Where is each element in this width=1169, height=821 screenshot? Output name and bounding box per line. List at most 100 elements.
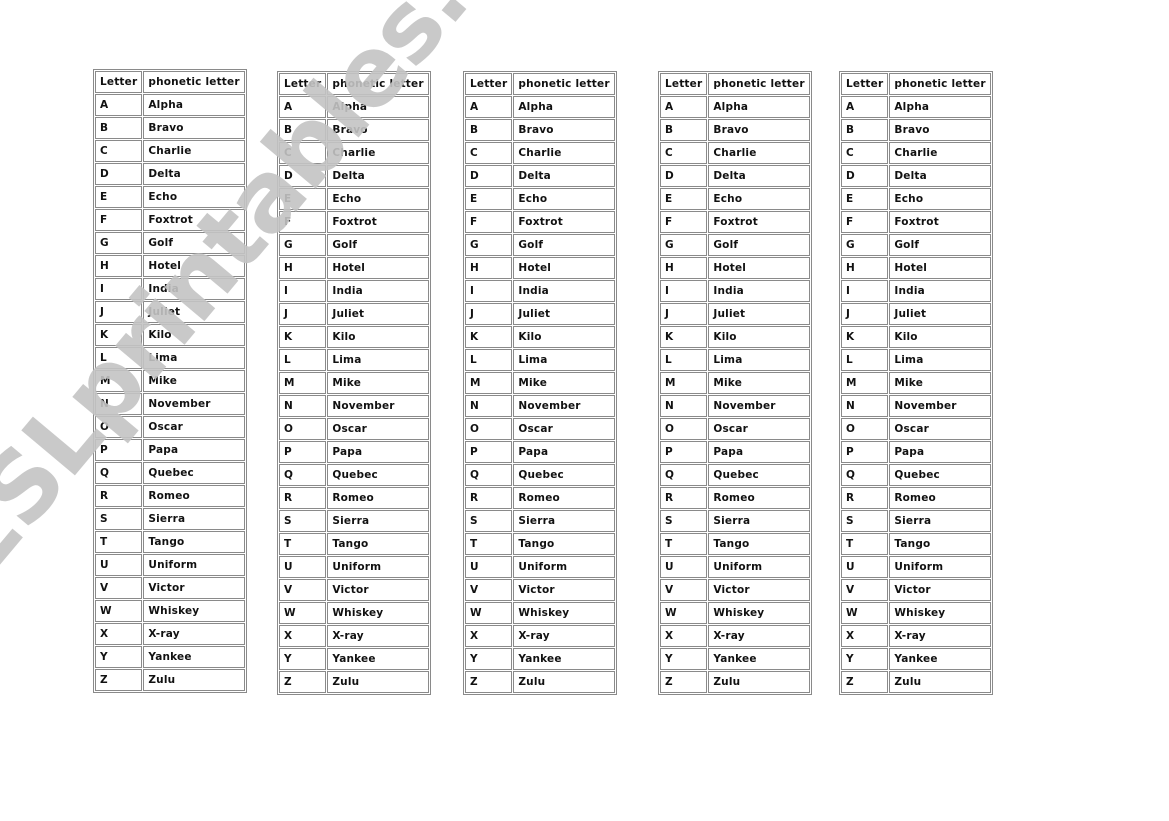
table-row: A Alpha: [95, 94, 245, 116]
table-row: T Tango: [465, 533, 615, 555]
letter-cell: R: [841, 487, 889, 509]
table-row: C Charlie: [841, 142, 991, 164]
letter-cell: B: [841, 119, 889, 141]
table-row: M Mike: [95, 370, 245, 392]
letter-cell: M: [465, 372, 513, 394]
phonetic-word-cell: Delta: [708, 165, 810, 187]
phonetic-word-cell: Papa: [513, 441, 615, 463]
table-row: J Juliet: [841, 303, 991, 325]
table-row: W Whiskey: [279, 602, 429, 624]
phonetic-word-cell: Romeo: [327, 487, 429, 509]
phonetic-word-cell: India: [889, 280, 991, 302]
table-row: J Juliet: [95, 301, 245, 323]
table-row: D Delta: [660, 165, 810, 187]
phonetic-word-cell: Romeo: [143, 485, 245, 507]
letter-cell: S: [279, 510, 327, 532]
phonetic-word-cell: Whiskey: [513, 602, 615, 624]
phonetic-word-cell: Charlie: [889, 142, 991, 164]
table-row: X X-ray: [660, 625, 810, 647]
header-row: Letter phonetic letter: [95, 71, 245, 93]
table-row: B Bravo: [279, 119, 429, 141]
table-row: M Mike: [841, 372, 991, 394]
letter-cell: H: [660, 257, 708, 279]
letter-cell: Y: [95, 646, 143, 668]
letter-cell: P: [95, 439, 143, 461]
phonetic-word-cell: Golf: [143, 232, 245, 254]
letter-cell: P: [465, 441, 513, 463]
phonetic-word-cell: X-ray: [513, 625, 615, 647]
table-row: X X-ray: [841, 625, 991, 647]
letter-cell: Y: [660, 648, 708, 670]
table-row: K Kilo: [465, 326, 615, 348]
phonetic-word-cell: Yankee: [889, 648, 991, 670]
letter-cell: Q: [660, 464, 708, 486]
table-row: U Uniform: [465, 556, 615, 578]
phonetic-word-cell: Echo: [513, 188, 615, 210]
table-row: Z Zulu: [841, 671, 991, 693]
phonetic-word-cell: X-ray: [889, 625, 991, 647]
letter-cell: H: [279, 257, 327, 279]
table-row: Y Yankee: [465, 648, 615, 670]
letter-cell: V: [279, 579, 327, 601]
letter-cell: T: [95, 531, 143, 553]
table-row: J Juliet: [279, 303, 429, 325]
table-row: N November: [660, 395, 810, 417]
letter-cell: F: [279, 211, 327, 233]
letter-cell: V: [660, 579, 708, 601]
header-row: Letter phonetic letter: [841, 73, 991, 95]
letter-cell: Q: [465, 464, 513, 486]
letter-cell: E: [841, 188, 889, 210]
phonetic-word-cell: Golf: [327, 234, 429, 256]
letter-cell: N: [841, 395, 889, 417]
table-row: O Oscar: [660, 418, 810, 440]
table-row: G Golf: [841, 234, 991, 256]
letter-header: Letter: [841, 73, 889, 95]
table-row: H Hotel: [279, 257, 429, 279]
table-row: V Victor: [95, 577, 245, 599]
table-row: Y Yankee: [95, 646, 245, 668]
phonetic-word-cell: Uniform: [143, 554, 245, 576]
phonetic-word-cell: November: [708, 395, 810, 417]
phonetic-word-cell: Juliet: [708, 303, 810, 325]
table-row: G Golf: [465, 234, 615, 256]
table-row: S Sierra: [279, 510, 429, 532]
letter-cell: G: [95, 232, 143, 254]
letter-cell: N: [95, 393, 143, 415]
phonetic-word-cell: Papa: [708, 441, 810, 463]
letter-cell: S: [95, 508, 143, 530]
letter-cell: C: [841, 142, 889, 164]
phonetic-table-3: Letter phonetic letter A Alpha B Bravo C Charli…: [463, 71, 617, 695]
table-row: N November: [465, 395, 615, 417]
letter-cell: J: [841, 303, 889, 325]
table-row: G Golf: [279, 234, 429, 256]
phonetic-word-cell: Mike: [889, 372, 991, 394]
letter-cell: W: [279, 602, 327, 624]
letter-cell: R: [465, 487, 513, 509]
phonetic-word-cell: Foxtrot: [889, 211, 991, 233]
table-row: S Sierra: [841, 510, 991, 532]
phonetic-word-cell: Echo: [143, 186, 245, 208]
letter-cell: D: [95, 163, 143, 185]
letter-cell: K: [660, 326, 708, 348]
letter-cell: X: [660, 625, 708, 647]
letter-cell: X: [279, 625, 327, 647]
phonetic-word-cell: Sierra: [889, 510, 991, 532]
table-row: W Whiskey: [660, 602, 810, 624]
letter-cell: E: [279, 188, 327, 210]
table-row: Q Quebec: [465, 464, 615, 486]
table-row: H Hotel: [841, 257, 991, 279]
letter-cell: T: [841, 533, 889, 555]
letter-cell: F: [465, 211, 513, 233]
table-row: N November: [95, 393, 245, 415]
table-row: U Uniform: [841, 556, 991, 578]
phonetic-word-cell: Juliet: [889, 303, 991, 325]
table-row: J Juliet: [660, 303, 810, 325]
letter-cell: G: [465, 234, 513, 256]
phonetic-header: phonetic letter: [513, 73, 615, 95]
letter-cell: C: [95, 140, 143, 162]
table-row: A Alpha: [660, 96, 810, 118]
table-row: D Delta: [841, 165, 991, 187]
letter-cell: L: [841, 349, 889, 371]
phonetic-word-cell: Echo: [708, 188, 810, 210]
phonetic-word-cell: Quebec: [327, 464, 429, 486]
